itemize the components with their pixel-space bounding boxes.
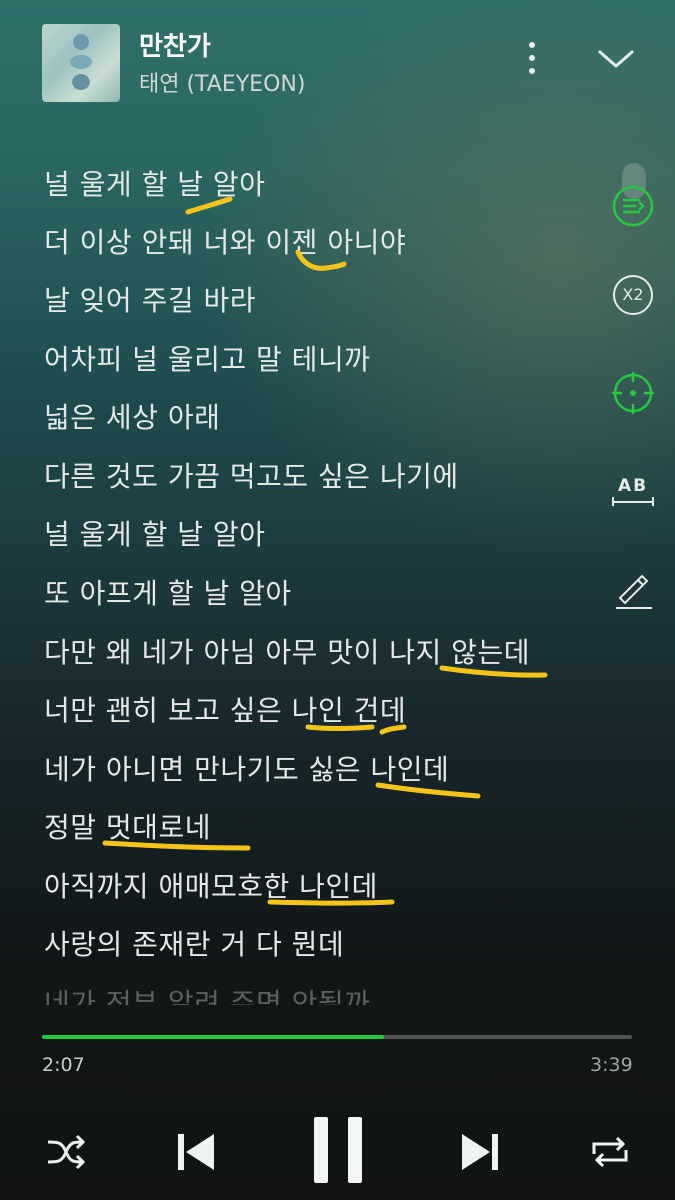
total-time: 3:39 bbox=[590, 1054, 633, 1076]
speed-button[interactable]: X2 bbox=[610, 272, 656, 318]
lyrics-panel[interactable]: 널 울게 할 날 알아 더 이상 안돼 너와 이젠 아니야 날 잊어 주길 바라… bbox=[0, 150, 600, 1005]
playlist-icon[interactable] bbox=[610, 183, 656, 229]
elapsed-time: 2:07 bbox=[42, 1054, 85, 1076]
lyric-line[interactable]: 널 울게 할 날 알아 bbox=[44, 513, 265, 553]
lyric-line[interactable]: 네가 전부 알려 주면 안될까 bbox=[44, 982, 370, 1005]
lyric-line[interactable]: 네가 아니면 만나기도 싫은 나인데 bbox=[44, 748, 449, 788]
lyric-line[interactable]: 다른 것도 가끔 먹고도 싶은 나기에 bbox=[44, 455, 459, 495]
pause-icon[interactable] bbox=[310, 1115, 366, 1185]
lyric-line[interactable]: 날 잊어 주길 바라 bbox=[44, 279, 256, 319]
chevron-down-icon[interactable] bbox=[594, 42, 638, 76]
repeat-icon[interactable] bbox=[588, 1130, 632, 1174]
translate-icon bbox=[612, 497, 654, 506]
shuffle-icon[interactable] bbox=[44, 1132, 88, 1172]
lyric-line[interactable]: 또 아프게 할 날 알아 bbox=[44, 572, 292, 612]
lyric-line[interactable]: 너만 괜히 보고 싶은 나인 건데 bbox=[44, 689, 406, 729]
album-art[interactable] bbox=[42, 24, 120, 102]
lyric-line[interactable]: 널 울게 할 날 알아 bbox=[44, 163, 265, 203]
lyric-line[interactable]: 다만 왜 네가 아님 아무 맛이 나지 않는데 bbox=[44, 631, 530, 671]
lyric-line[interactable]: 아직까지 애매모호한 나인데 bbox=[44, 865, 378, 905]
previous-icon[interactable] bbox=[176, 1130, 216, 1174]
lyric-line[interactable]: 정말 멋대로네 bbox=[44, 806, 211, 846]
track-artist[interactable]: 태연 (TAEYEON) bbox=[139, 66, 305, 98]
edit-icon[interactable] bbox=[610, 566, 656, 612]
progress-bar[interactable] bbox=[42, 1035, 632, 1039]
translate-button[interactable]: AB bbox=[610, 468, 656, 514]
progress-fill bbox=[42, 1035, 385, 1039]
player-header: 만찬가 태연 (TAEYEON) bbox=[0, 0, 675, 130]
next-icon[interactable] bbox=[460, 1130, 500, 1174]
lyric-line[interactable]: 더 이상 안돼 너와 이젠 아니야 bbox=[44, 221, 406, 261]
lyric-line[interactable]: 넓은 세상 아래 bbox=[44, 396, 220, 436]
focus-icon[interactable] bbox=[610, 370, 656, 416]
track-title: 만찬가 bbox=[139, 32, 211, 62]
lyric-line[interactable]: 어차피 널 울리고 말 테니까 bbox=[44, 338, 370, 378]
speed-label: X2 bbox=[622, 285, 644, 304]
more-vertical-icon[interactable] bbox=[516, 40, 548, 76]
lyric-line[interactable]: 사랑의 존재란 거 다 뭔데 bbox=[44, 923, 344, 963]
